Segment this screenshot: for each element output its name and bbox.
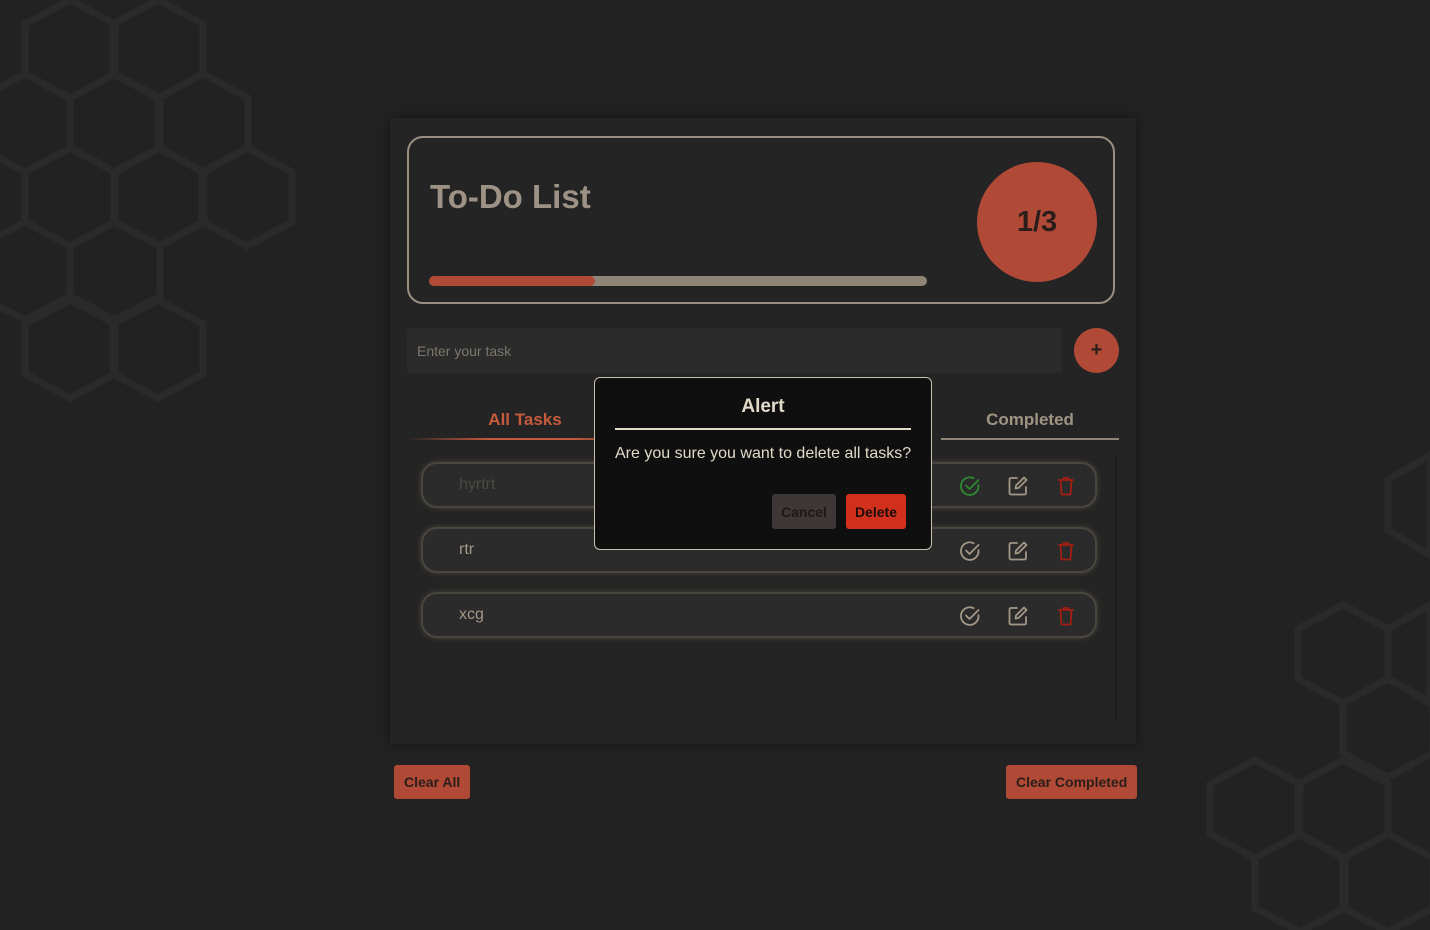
task-text: hyrtrt bbox=[459, 476, 496, 493]
task-text: rtr bbox=[459, 541, 475, 558]
task-text: xcg bbox=[459, 606, 484, 623]
alert-divider bbox=[615, 428, 911, 430]
delete-button[interactable]: Delete bbox=[846, 494, 906, 529]
alert-title: Alert bbox=[741, 396, 785, 417]
task-counter-badge: 1/3 bbox=[977, 162, 1097, 282]
hex-cluster-left bbox=[0, 0, 296, 402]
hex-cluster-right bbox=[1206, 450, 1430, 930]
trash-icon[interactable] bbox=[1055, 605, 1077, 627]
progress-bar bbox=[429, 276, 927, 286]
clear-completed-button[interactable]: Clear Completed bbox=[1006, 765, 1138, 799]
edit-icon[interactable] bbox=[1007, 540, 1029, 562]
add-task-button[interactable]: + bbox=[1074, 328, 1119, 373]
edit-icon[interactable] bbox=[1007, 605, 1029, 627]
header-panel: To-Do List 1/3 bbox=[407, 136, 1115, 304]
app-title: To-Do List bbox=[430, 178, 591, 215]
alert-message: Are you sure you want to delete all task… bbox=[615, 445, 912, 462]
cancel-button[interactable]: Cancel bbox=[772, 494, 836, 529]
trash-icon[interactable] bbox=[1055, 540, 1077, 562]
progress-bar-fill bbox=[429, 276, 595, 286]
plus-icon: + bbox=[1090, 339, 1103, 361]
check-circle-icon[interactable] bbox=[959, 540, 981, 562]
edit-icon[interactable] bbox=[1007, 475, 1029, 497]
task-input[interactable] bbox=[407, 328, 1062, 373]
check-circle-icon[interactable] bbox=[959, 605, 981, 627]
tab-completed-underline bbox=[941, 438, 1119, 440]
check-circle-icon[interactable] bbox=[959, 475, 981, 497]
alert-dialog: Alert Are you sure you want to delete al… bbox=[594, 377, 932, 550]
tab-completed[interactable]: Completed bbox=[941, 400, 1119, 440]
task-list-scrollbar[interactable] bbox=[1115, 456, 1117, 721]
trash-icon[interactable] bbox=[1055, 475, 1077, 497]
clear-all-button[interactable]: Clear All bbox=[394, 765, 471, 799]
task-row: xcg bbox=[421, 592, 1097, 638]
